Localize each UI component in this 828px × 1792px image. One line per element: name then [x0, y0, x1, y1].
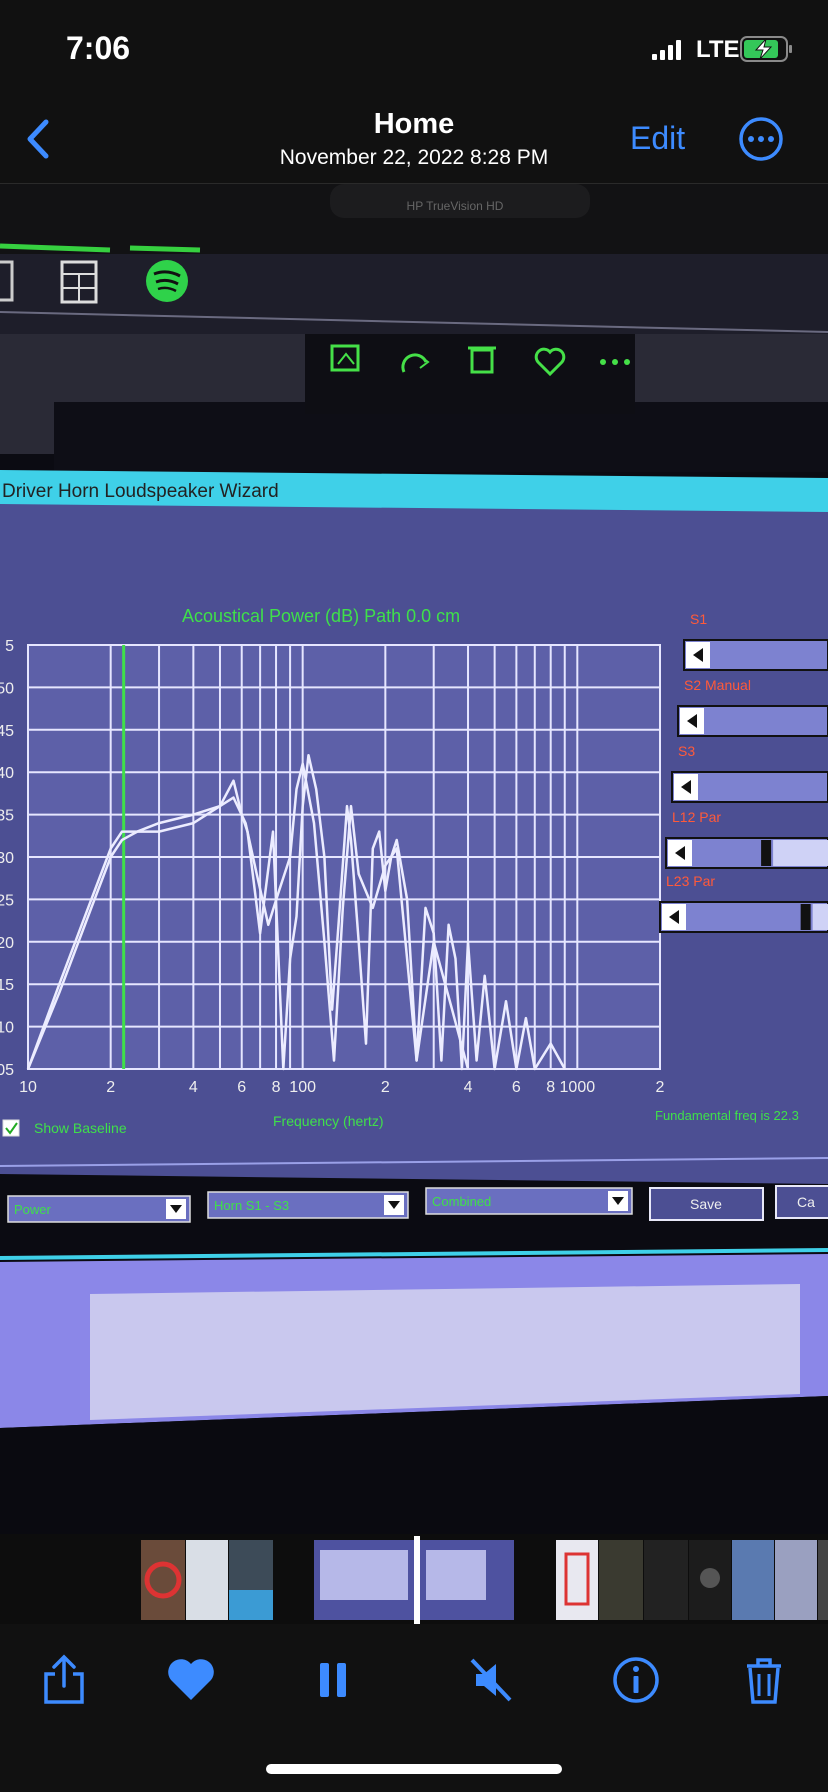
cellular-signal-icon	[652, 40, 681, 60]
photo-viewer[interactable]: HP TrueVision HD Driver Horn Loudspeaker…	[0, 184, 828, 1534]
trash-delete-icon[interactable]	[738, 1654, 790, 1706]
slider-fill	[773, 840, 828, 866]
pause-icon[interactable]	[308, 1654, 360, 1706]
thumbnail[interactable]	[644, 1540, 688, 1620]
y-tick-label: 40	[0, 765, 14, 782]
ellipsis-circle-icon[interactable]	[738, 116, 784, 162]
show-baseline-label: Show Baseline	[34, 1120, 127, 1136]
save-button[interactable]: Save	[649, 1187, 764, 1221]
y-tick-label: 50	[0, 680, 14, 697]
x-axis-label: Frequency (hertz)	[273, 1113, 383, 1129]
dropdown-value: Horn S1 - S3	[214, 1198, 289, 1213]
webcam-label: HP TrueVision HD	[407, 199, 504, 213]
slider-label: S1	[690, 611, 707, 627]
y-tick-label: 15	[0, 977, 14, 994]
x-tick-label: 2	[381, 1079, 390, 1096]
more-icon	[600, 359, 630, 365]
thumbnail-strip[interactable]	[0, 1534, 828, 1624]
thumbnail[interactable]	[775, 1540, 817, 1620]
status-time: 7:06	[66, 30, 131, 66]
cancel-button[interactable]: Ca	[775, 1185, 828, 1219]
fundamental-freq-text: Fundamental freq is 22.3	[655, 1108, 799, 1123]
x-tick-label: 100	[289, 1079, 316, 1096]
slider-fill	[812, 904, 828, 930]
share-icon[interactable]	[38, 1654, 90, 1706]
battery-charging-icon	[740, 36, 792, 62]
scrubber-current[interactable]	[414, 1536, 420, 1624]
dropdown-row: Power Horn S1 - S3 Combined	[7, 1187, 633, 1223]
chart-title: Acoustical Power (dB) Path 0.0 cm	[182, 606, 460, 626]
y-tick-label: 110	[0, 1020, 14, 1037]
thumbnail[interactable]	[186, 1540, 228, 1620]
x-tick-label: 6	[237, 1079, 246, 1096]
x-tick-label: 8	[546, 1079, 555, 1096]
dropdown-value: Combined	[432, 1194, 491, 1209]
x-tick-label: 1000	[560, 1079, 596, 1096]
photo-image: HP TrueVision HD Driver Horn Loudspeaker…	[0, 184, 828, 1534]
slider-label: L23 Par	[666, 873, 715, 889]
info-icon[interactable]	[610, 1654, 662, 1706]
photo-date: November 22, 2022 8:28 PM	[279, 146, 549, 169]
edit-button[interactable]: Edit	[630, 120, 685, 157]
show-baseline-checkbox[interactable]	[2, 1119, 20, 1137]
album-title: Home	[373, 108, 455, 140]
y-tick-label: 35	[0, 808, 14, 825]
x-tick-label: 8	[272, 1079, 281, 1096]
heart-favorite-icon[interactable]	[165, 1654, 217, 1706]
cancel-label: Ca	[797, 1194, 815, 1210]
x-tick-label: 4	[189, 1079, 198, 1096]
nav-bar: Home November 22, 2022 8:28 PM Edit	[0, 100, 828, 184]
thumbnail[interactable]	[556, 1540, 598, 1620]
thumbnail[interactable]	[732, 1540, 774, 1620]
x-tick-label: 4	[464, 1079, 473, 1096]
dropdown-value: Power	[14, 1202, 52, 1217]
y-tick-label: 20	[0, 935, 14, 952]
y-tick-label: 30	[0, 850, 14, 867]
y-tick-label: 5	[5, 638, 14, 655]
x-tick-label: 2	[106, 1079, 115, 1096]
slider-label: S2 Manual	[684, 677, 751, 693]
y-tick-label: 25	[0, 892, 14, 909]
speaker-muted-icon[interactable]	[466, 1654, 518, 1706]
save-label: Save	[690, 1196, 722, 1212]
slider-label: L12 Par	[672, 809, 721, 825]
y-tick-label: 105	[0, 1062, 14, 1079]
x-tick-label: 6	[512, 1079, 521, 1096]
status-bar: 7:06 LTE	[0, 0, 828, 100]
x-tick-label: 10	[19, 1079, 37, 1096]
slider-label: S3	[678, 743, 695, 759]
slider-thumb[interactable]	[761, 840, 772, 866]
window-title: Driver Horn Loudspeaker Wizard	[2, 481, 279, 502]
slider-thumb[interactable]	[800, 904, 811, 930]
network-type: LTE	[696, 36, 740, 63]
spotify-icon	[146, 260, 188, 302]
x-tick-label: 2	[656, 1079, 665, 1096]
home-indicator[interactable]	[266, 1764, 562, 1774]
thumbnail[interactable]	[599, 1540, 643, 1620]
y-tick-label: 45	[0, 723, 14, 740]
acoustical-power-chart: 1024681002468100025504540353025201511010…	[0, 638, 665, 1096]
